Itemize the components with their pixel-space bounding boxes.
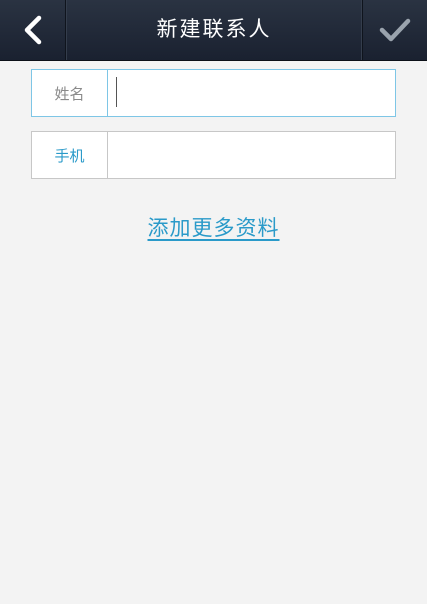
checkmark-icon (379, 18, 411, 42)
chevron-left-icon (24, 15, 41, 45)
phone-label: 手机 (32, 132, 108, 178)
add-more-info-link[interactable]: 添加更多资料 (0, 212, 427, 242)
back-button[interactable] (0, 0, 66, 60)
name-input[interactable] (108, 70, 395, 116)
confirm-button[interactable] (362, 0, 427, 60)
page-title: 新建联系人 (156, 17, 272, 41)
top-navigation-bar: 新建联系人 (0, 0, 427, 61)
text-caret (116, 77, 117, 107)
phone-input[interactable] (108, 132, 395, 178)
name-field: 姓名 (31, 69, 396, 117)
name-label: 姓名 (32, 70, 108, 116)
phone-field: 手机 (31, 131, 396, 179)
